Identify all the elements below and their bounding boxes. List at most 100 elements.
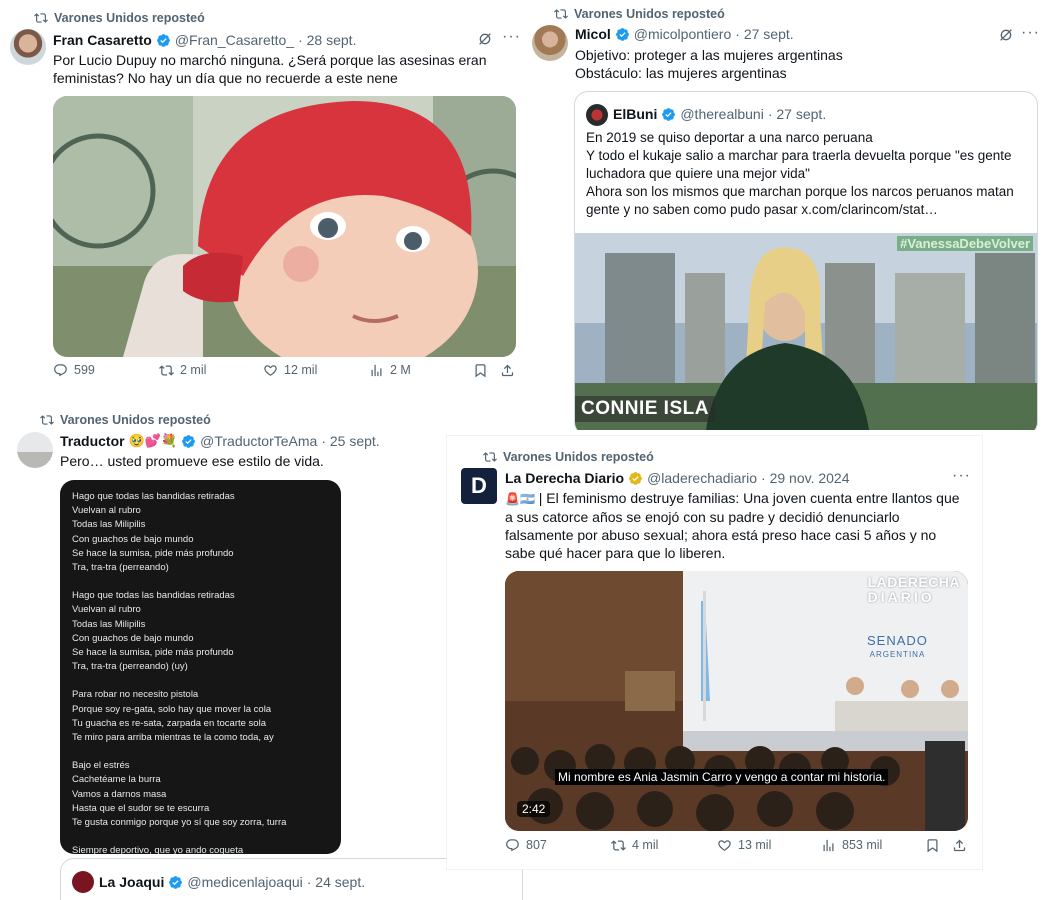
quote-text: En 2019 se quiso deportar a una narco pe… (586, 129, 1031, 219)
lyric-line: Vuelvan al rubro (72, 604, 141, 616)
like-button[interactable]: 12 mil (263, 363, 317, 378)
avatar[interactable]: D (461, 468, 497, 504)
retweet-button[interactable]: 2 mil (159, 363, 206, 378)
verified-badge-icon (662, 107, 676, 121)
video-hashtag: #VanessaDebeVolver (897, 236, 1033, 251)
tweet-date[interactable]: · 25 sept. (321, 433, 379, 449)
lyric-stanza: Hago que todas las bandidas retiradas Vue… (72, 589, 334, 674)
retweet-label: Varones Unidos reposteó (574, 7, 725, 21)
bookmark-icon[interactable] (473, 363, 488, 378)
more-options-icon[interactable]: ··· (502, 28, 521, 46)
author-handle[interactable]: @laderechadiario (647, 470, 757, 486)
quote-author-name: La Joaqui (99, 874, 165, 890)
channel-logo-line2: DIARIO (867, 589, 935, 605)
author-name[interactable]: La Derecha Diario (505, 470, 624, 486)
tweet-date[interactable]: · 28 sept. (298, 32, 356, 48)
author-handle[interactable]: @micolpontiero (634, 26, 731, 42)
lyric-line: Con guachos de bajo mundo (72, 533, 194, 545)
heart-icon (718, 839, 731, 851)
retweet-count: 4 mil (632, 838, 659, 852)
retweet-indicator: Varones Unidos reposteó (34, 11, 205, 25)
lyric-line: Tra, tra-tra (perreando) (72, 562, 169, 574)
tweet-video[interactable]: LADERECHA DIARIO SENADO ARGENTINA Mi nom… (505, 571, 968, 831)
verified-badge-icon (615, 27, 629, 41)
lyric-line: Bajo el estrés (72, 760, 130, 772)
channel-logo-line1: LADERECHA (867, 574, 960, 590)
tweet-header: La Derecha Diario @laderechadiario · 29 … (505, 470, 850, 486)
author-handle[interactable]: @TraductorTeAma (200, 433, 317, 449)
author-name[interactable]: Traductor (60, 433, 125, 449)
channel-logo: LADERECHA DIARIO (868, 575, 960, 605)
retweet-icon (554, 9, 568, 19)
avatar[interactable] (10, 29, 46, 65)
tweet-header: Traductor 🥹💕💐 @TraductorTeAma · 25 sept. (60, 433, 380, 449)
more-options-icon[interactable]: ··· (1021, 24, 1040, 42)
lyric-line: Vamos a darnos masa (72, 788, 167, 800)
tweet-text-body: | El feminismo destruye familias: Una jo… (505, 490, 960, 561)
video-subtitle: Mi nombre es Ania Jasmin Carro y vengo a… (555, 769, 889, 785)
reply-button[interactable]: 599 (53, 363, 95, 378)
heart-icon (264, 364, 277, 376)
quote-author-name: ElBuni (613, 106, 658, 122)
grok-icon[interactable] (477, 31, 493, 47)
verified-badge-icon (182, 434, 196, 448)
reply-count: 807 (526, 838, 547, 852)
flag-emojis: 🚨🇦🇷 (505, 492, 535, 506)
tweet-text: Objetivo: proteger a las mujeres argenti… (575, 46, 1015, 82)
retweet-indicator: Varones Unidos reposteó (554, 7, 725, 21)
quote-avatar (586, 104, 608, 126)
quote-text-line: En 2019 se quiso deportar a una narco pe… (586, 130, 873, 145)
reply-button[interactable]: 807 (505, 838, 547, 853)
retweet-icon (159, 364, 174, 376)
quote-author-handle: @medicenlajoaqui (187, 874, 303, 890)
retweet-icon (611, 839, 626, 851)
quoted-tweet[interactable]: ElBuni @therealbuni · 27 sept. En 2019 s… (574, 91, 1038, 430)
tweet-text-line: Obstáculo: las mujeres argentinas (575, 65, 787, 81)
tweet-text: Por Lucio Dupuy no marchó ninguna. ¿Será… (53, 52, 487, 86)
lyrics-screenshot[interactable]: Hago que todas las bandidas retiradas Vue… (60, 480, 341, 854)
lyric-line: Siempre deportivo, que yo ando coqueta (72, 845, 244, 854)
lyric-stanza: Siempre deportivo, que yo ando coqueta (72, 844, 334, 854)
views-button[interactable]: 853 mil (821, 838, 882, 853)
lyric-line: Todas las Milipilis (72, 519, 146, 531)
retweet-icon (483, 452, 497, 462)
quote-date: · 24 sept. (306, 874, 366, 890)
quote-date: · 27 sept. (767, 106, 827, 122)
views-chart-icon (371, 364, 382, 376)
tweet-card-micol[interactable]: Varones Unidos reposteó Micol @micolpont… (528, 0, 1043, 430)
lyric-stanza: Bajo el estrés Cachetéame la burra Vamos a… (72, 759, 334, 830)
lyric-line: Hago que todas las bandidas retiradas (72, 590, 235, 602)
lyric-line: Para robar no necesito pistola (72, 689, 199, 701)
tweet-date[interactable]: · 27 sept. (735, 26, 793, 42)
author-name[interactable]: Micol (575, 26, 611, 42)
share-icon[interactable] (500, 363, 515, 378)
tweet-card-laderecha[interactable]: Varones Unidos reposteó D La Derecha Dia… (446, 435, 983, 870)
lyric-line: Se hace la sumisa, pide más profundo (72, 547, 234, 559)
lyric-line: Cachetéame la burra (72, 774, 161, 786)
tweet-date[interactable]: · 29 nov. 2024 (761, 470, 849, 486)
bookmark-icon[interactable] (925, 838, 940, 853)
tweet-text: 🚨🇦🇷 | El feminismo destruye familias: Un… (505, 489, 970, 562)
author-name[interactable]: Fran Casaretto (53, 32, 152, 48)
quote-video[interactable]: #VanessaDebeVolver CONNIE ISLA (575, 233, 1037, 430)
views-button[interactable]: 2 M (369, 363, 411, 378)
tweet-card-fran[interactable]: Varones Unidos reposteó Fran Casaretto @… (0, 0, 525, 398)
like-button[interactable]: 13 mil (717, 838, 771, 853)
author-handle[interactable]: @Fran_Casaretto_ (175, 32, 294, 48)
retweet-button[interactable]: 4 mil (611, 838, 658, 853)
more-options-icon[interactable]: ··· (952, 467, 971, 485)
avatar[interactable] (532, 25, 568, 61)
tweet-header: Micol @micolpontiero · 27 sept. (575, 26, 794, 42)
senado-title: SENADO (867, 633, 928, 648)
share-icon[interactable] (952, 838, 967, 853)
lyric-stanza: Hago que todas las bandidas retiradas Vue… (72, 490, 334, 575)
grok-icon[interactable] (998, 27, 1014, 43)
avatar[interactable] (17, 432, 53, 468)
like-count: 13 mil (738, 838, 772, 852)
lyric-line: Hago que todas las bandidas retiradas (72, 491, 235, 502)
verified-gold-badge-icon (629, 471, 642, 485)
tweet-text-line: Objetivo: proteger a las mujeres argenti… (575, 47, 843, 63)
reply-icon (54, 363, 67, 376)
tweet-image[interactable] (53, 96, 516, 357)
retweet-icon (34, 13, 48, 23)
